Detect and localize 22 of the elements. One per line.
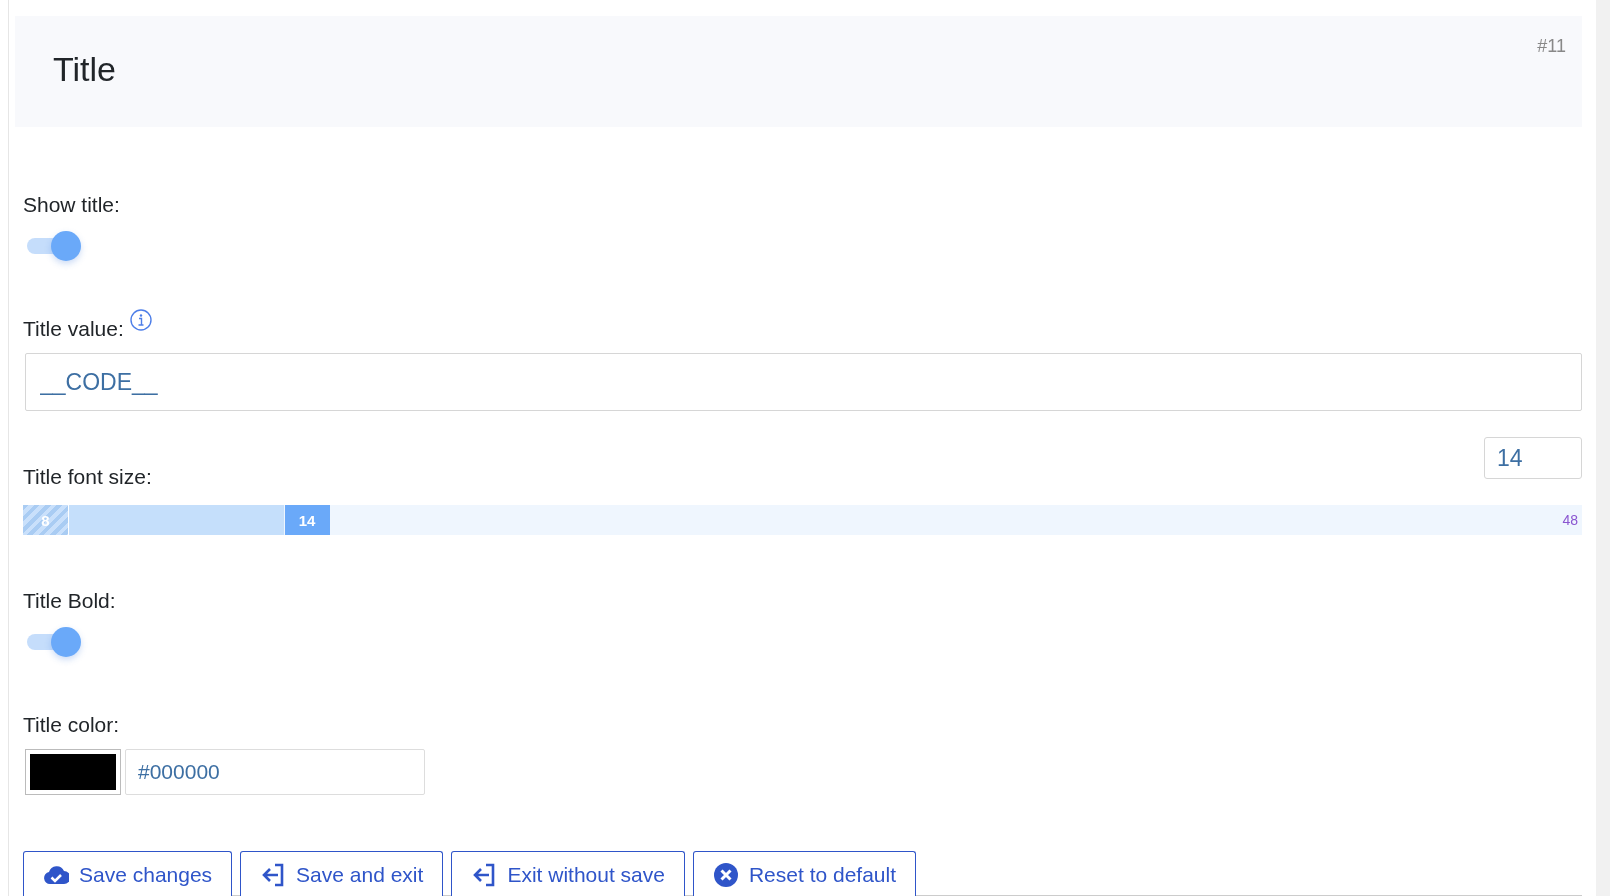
slider-min-label: 8	[23, 505, 69, 535]
slider-max-label: 48	[1562, 512, 1578, 528]
close-circle-icon	[712, 861, 739, 888]
action-button[interactable]: Save and exit	[240, 851, 444, 896]
font-size-slider[interactable]: 8 14 48	[23, 505, 1582, 535]
toggle-switch[interactable]	[27, 625, 83, 659]
field-label: Title font size:	[23, 465, 152, 489]
field-label: Title Bold:	[23, 589, 116, 613]
action-button[interactable]: Save changes	[23, 851, 233, 896]
info-icon[interactable]	[129, 309, 152, 331]
field-label: Title value:	[23, 317, 124, 341]
field-label: Title color:	[23, 713, 120, 737]
field-label: Show title:	[23, 193, 120, 217]
panel-title: Title	[53, 50, 116, 89]
title-value-field[interactable]: __CODE__	[25, 353, 1582, 411]
toggle-switch[interactable]	[27, 229, 83, 263]
panel-number: #11	[1537, 36, 1566, 58]
color-hex-field[interactable]: #000000	[125, 749, 425, 795]
font-size-field[interactable]: 14	[1484, 437, 1582, 479]
action-button[interactable]: Exit without save	[451, 851, 685, 896]
color-swatch[interactable]	[25, 749, 121, 795]
action-button[interactable]: Reset to default	[692, 851, 917, 896]
